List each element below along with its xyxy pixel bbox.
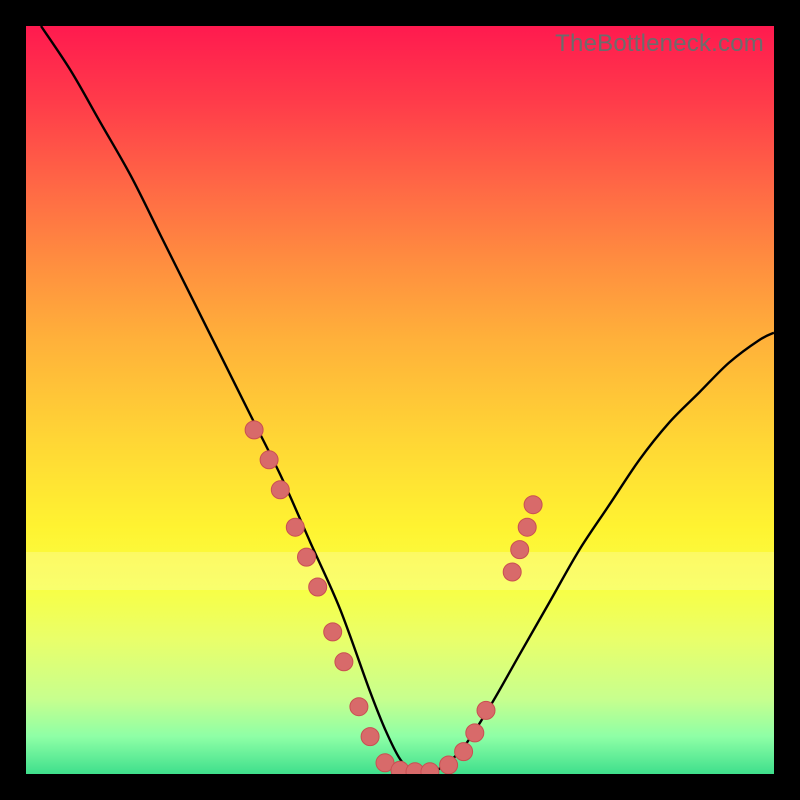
data-dot (245, 421, 263, 439)
data-dot (298, 548, 316, 566)
bottleneck-curve (41, 26, 774, 774)
data-dot (466, 724, 484, 742)
data-dot (271, 481, 289, 499)
chart-frame: TheBottleneck.com (0, 0, 800, 800)
plot-area: TheBottleneck.com (26, 26, 774, 774)
data-dot (440, 756, 458, 774)
data-dot (324, 623, 342, 641)
data-dot (518, 518, 536, 536)
data-dot (286, 518, 304, 536)
data-dot (350, 698, 368, 716)
data-dot (335, 653, 353, 671)
data-dot (455, 743, 473, 761)
data-dot (503, 563, 521, 581)
data-dot (421, 763, 439, 774)
data-dot (511, 541, 529, 559)
data-dot (524, 496, 542, 514)
data-dot (477, 701, 495, 719)
data-dot (260, 451, 278, 469)
chart-svg (26, 26, 774, 774)
data-dot (361, 728, 379, 746)
data-dots-group (245, 421, 542, 774)
data-dot (309, 578, 327, 596)
